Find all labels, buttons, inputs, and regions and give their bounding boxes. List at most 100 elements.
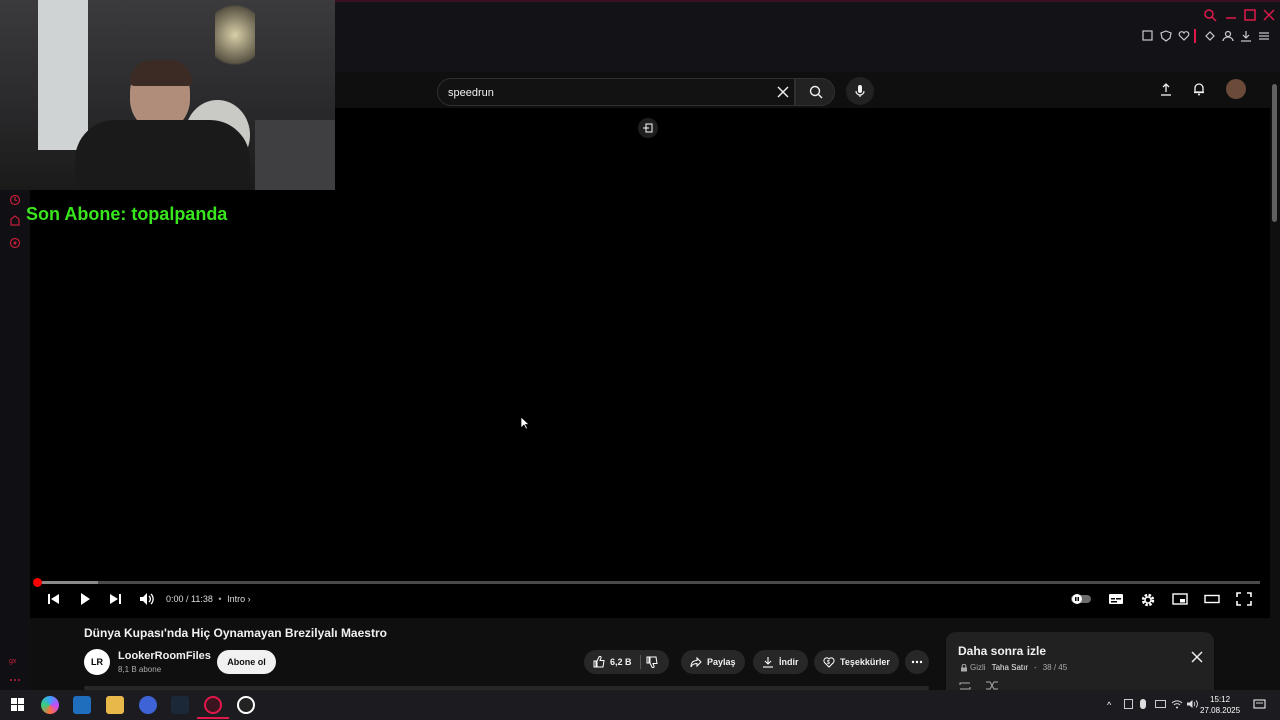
search-icon[interactable]: [1203, 8, 1219, 24]
speaker-icon[interactable]: [1186, 699, 1198, 709]
minimize-icon[interactable]: [1224, 8, 1240, 24]
scrollbar-thumb[interactable]: [1272, 84, 1277, 222]
close-panel-icon[interactable]: [1190, 650, 1204, 664]
clock[interactable]: 15:12 27.08.2025: [1200, 694, 1240, 716]
snapshot-icon[interactable]: [1142, 30, 1158, 46]
playlist-separator: -: [1034, 663, 1037, 672]
subtitles-icon[interactable]: [1108, 592, 1124, 608]
download-video-icon: [763, 657, 773, 668]
like-count: 6,2 B: [610, 657, 632, 667]
more-icon[interactable]: [9, 674, 23, 688]
autoplay-toggle[interactable]: [1070, 592, 1092, 608]
clear-search-icon[interactable]: [776, 85, 792, 101]
pinboard-icon[interactable]: [9, 215, 23, 229]
webcam-overlay: [0, 0, 335, 190]
svg-text:$: $: [827, 660, 830, 666]
extensions-icon[interactable]: [1204, 30, 1220, 46]
like-dislike-group: 6,2 B: [584, 650, 669, 674]
avatar[interactable]: [1226, 79, 1246, 99]
chevron-up-icon[interactable]: ^: [1107, 700, 1111, 710]
playlist-position: 38 / 45: [1042, 663, 1068, 672]
steam-icon[interactable]: [171, 696, 189, 714]
lock-icon: [961, 663, 967, 671]
account-icon[interactable]: [1222, 30, 1238, 46]
like-divider: [639, 655, 641, 669]
heart-icon[interactable]: [1178, 30, 1194, 46]
last-subscriber-text: Son Abone: topalpanda: [26, 204, 228, 224]
taskbar: ^ 15:12 27.08.2025: [0, 690, 1280, 720]
maximize-icon[interactable]: [1243, 8, 1259, 24]
like-button[interactable]: 6,2 B: [593, 656, 632, 668]
history-icon[interactable]: [9, 194, 23, 208]
dislike-button[interactable]: [646, 656, 658, 668]
notifications-icon[interactable]: [1192, 82, 1206, 96]
thanks-label: Teşekkürler: [840, 657, 890, 667]
shield-icon[interactable]: [1160, 30, 1176, 46]
copilot-icon[interactable]: [41, 696, 59, 714]
person-hair: [130, 60, 192, 86]
windows-start-icon[interactable]: [9, 696, 27, 714]
close-icon[interactable]: [1262, 8, 1278, 24]
shuffle-icon[interactable]: [985, 681, 999, 690]
settings-gear-icon[interactable]: [1140, 592, 1156, 608]
browser-sidebar: gx: [0, 190, 30, 690]
previous-icon[interactable]: [47, 592, 63, 608]
clock-date: 27.08.2025: [1200, 706, 1241, 715]
gx-icon[interactable]: gx: [9, 654, 23, 668]
person-shirt: [75, 120, 250, 190]
page-scrollbar[interactable]: [1270, 72, 1280, 690]
channel-name[interactable]: LookerRoomFiles: [118, 650, 211, 662]
active-app-indicator: [197, 717, 229, 719]
search-button[interactable]: [795, 78, 835, 106]
menu-icon[interactable]: [1258, 30, 1274, 46]
watch-later-title[interactable]: Daha sonra izle: [958, 644, 1046, 658]
download-label: İndir: [779, 657, 799, 667]
app-icon[interactable]: [139, 696, 157, 714]
share-icon: [690, 656, 702, 668]
miniplayer-icon[interactable]: [1172, 592, 1188, 608]
next-icon[interactable]: [108, 592, 124, 608]
settings-icon[interactable]: [9, 237, 23, 251]
progress-bar[interactable]: [33, 578, 1260, 587]
play-icon[interactable]: [78, 592, 94, 608]
time-separator: •: [218, 594, 222, 604]
download-button[interactable]: İndir: [753, 650, 808, 674]
volume-icon[interactable]: [139, 592, 155, 608]
theater-mode-icon[interactable]: [1204, 592, 1220, 608]
download-icon[interactable]: [1240, 30, 1256, 46]
clock-time: 15:12: [1210, 695, 1231, 704]
watch-later-meta: Gizli Taha Satır - 38 / 45: [960, 663, 1067, 672]
opera-gx-icon[interactable]: [204, 696, 222, 714]
calculator-icon[interactable]: [73, 696, 91, 714]
svg-text:gx: gx: [9, 658, 17, 665]
network-icon[interactable]: [1171, 699, 1183, 709]
tray-app-icon[interactable]: [1124, 699, 1133, 709]
file-explorer-icon[interactable]: [106, 696, 124, 714]
scrubber-handle[interactable]: [33, 578, 42, 587]
channel-avatar[interactable]: LR: [84, 649, 110, 675]
exit-icon[interactable]: [638, 118, 658, 138]
notification-center-icon[interactable]: [1253, 699, 1267, 711]
fullscreen-icon[interactable]: [1236, 592, 1252, 608]
dislike-icon: [646, 656, 658, 668]
loop-icon[interactable]: [958, 681, 972, 690]
search-box[interactable]: [437, 78, 795, 106]
subscribe-button[interactable]: Abone ol: [217, 650, 276, 674]
display-icon[interactable]: [1155, 700, 1166, 708]
search-input[interactable]: [448, 84, 768, 102]
window-light: [38, 0, 88, 150]
time-display: 0:00 / 11:38 • Intro ›: [166, 594, 251, 604]
subscriber-count: 8,1 B abone: [118, 665, 162, 674]
chapter-label[interactable]: Intro: [227, 594, 245, 604]
voice-search-button[interactable]: [846, 77, 874, 105]
toolbar-divider: [1194, 29, 1196, 43]
upload-icon[interactable]: [1160, 82, 1172, 96]
microphone-icon[interactable]: [1140, 699, 1146, 709]
obs-icon[interactable]: [237, 696, 255, 714]
thanks-icon: $: [823, 657, 835, 668]
playlist-owner[interactable]: Taha Satır: [992, 663, 1028, 672]
thanks-button[interactable]: $ Teşekkürler: [814, 650, 899, 674]
more-actions-button[interactable]: [905, 650, 929, 674]
like-icon: [593, 656, 605, 668]
share-button[interactable]: Paylaş: [681, 650, 745, 674]
